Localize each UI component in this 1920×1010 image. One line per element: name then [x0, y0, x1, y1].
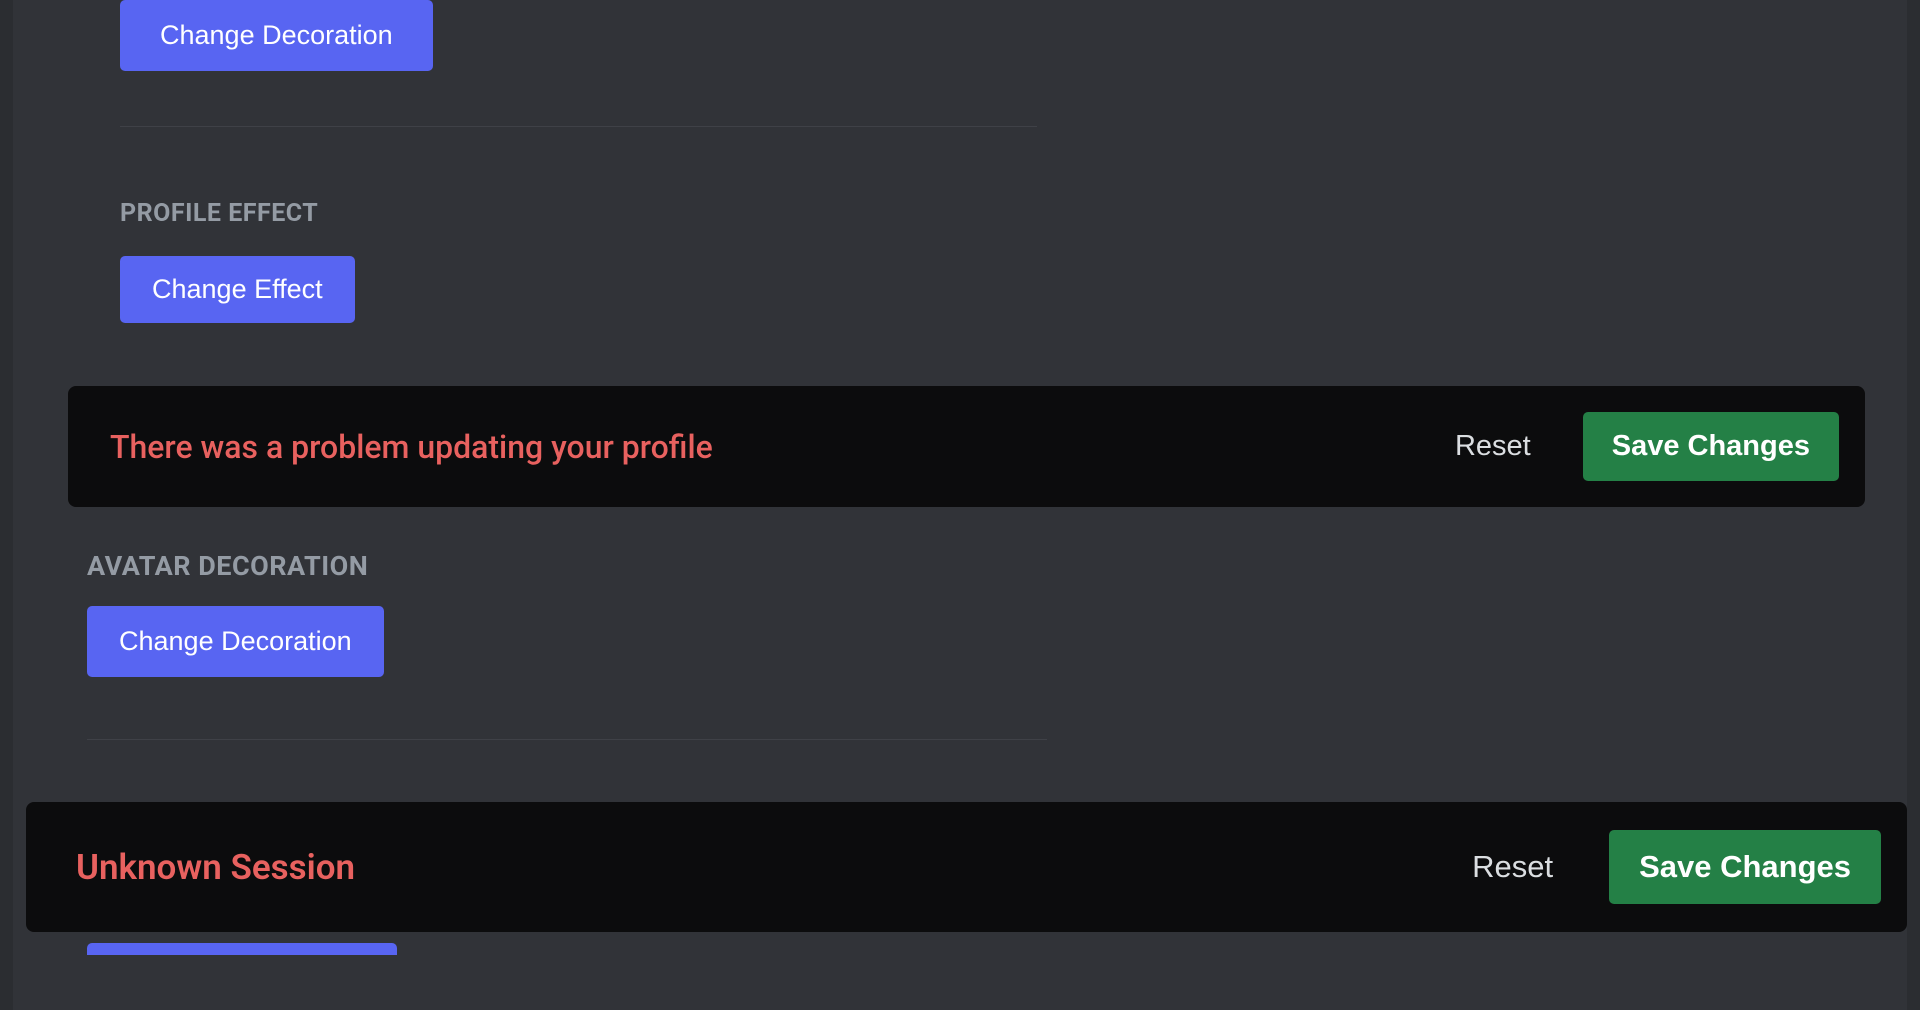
- avatar-decoration-section: AVATAR DECORATION Change Decoration: [13, 507, 1907, 677]
- error-toast-profile: There was a problem updating your profil…: [68, 386, 1865, 507]
- change-decoration-button-2[interactable]: Change Decoration: [87, 606, 384, 677]
- save-changes-button-2[interactable]: Save Changes: [1609, 830, 1881, 904]
- change-effect-button[interactable]: Change Effect: [120, 256, 355, 323]
- reset-button-2[interactable]: Reset: [1472, 849, 1553, 885]
- error-message: There was a problem updating your profil…: [110, 428, 713, 466]
- partial-button-bottom: [87, 943, 397, 955]
- avatar-decoration-header: AVATAR DECORATION: [87, 550, 1907, 582]
- toast-actions: Reset Save Changes: [1455, 412, 1839, 481]
- error-toast-session: Unknown Session Reset Save Changes: [26, 802, 1907, 932]
- session-error-message: Unknown Session: [76, 847, 355, 888]
- toast-actions-2: Reset Save Changes: [1472, 830, 1881, 904]
- change-decoration-button[interactable]: Change Decoration: [120, 0, 433, 71]
- reset-button[interactable]: Reset: [1455, 430, 1531, 463]
- avatar-decoration-section-top: Change Decoration: [13, 0, 1907, 71]
- settings-content-area: Change Decoration PROFILE EFFECT Change …: [13, 0, 1907, 1010]
- save-changes-button[interactable]: Save Changes: [1583, 412, 1839, 481]
- profile-effect-header: PROFILE EFFECT: [120, 199, 1907, 228]
- profile-effect-section: PROFILE EFFECT Change Effect: [13, 127, 1907, 323]
- section-divider-2: [87, 739, 1047, 740]
